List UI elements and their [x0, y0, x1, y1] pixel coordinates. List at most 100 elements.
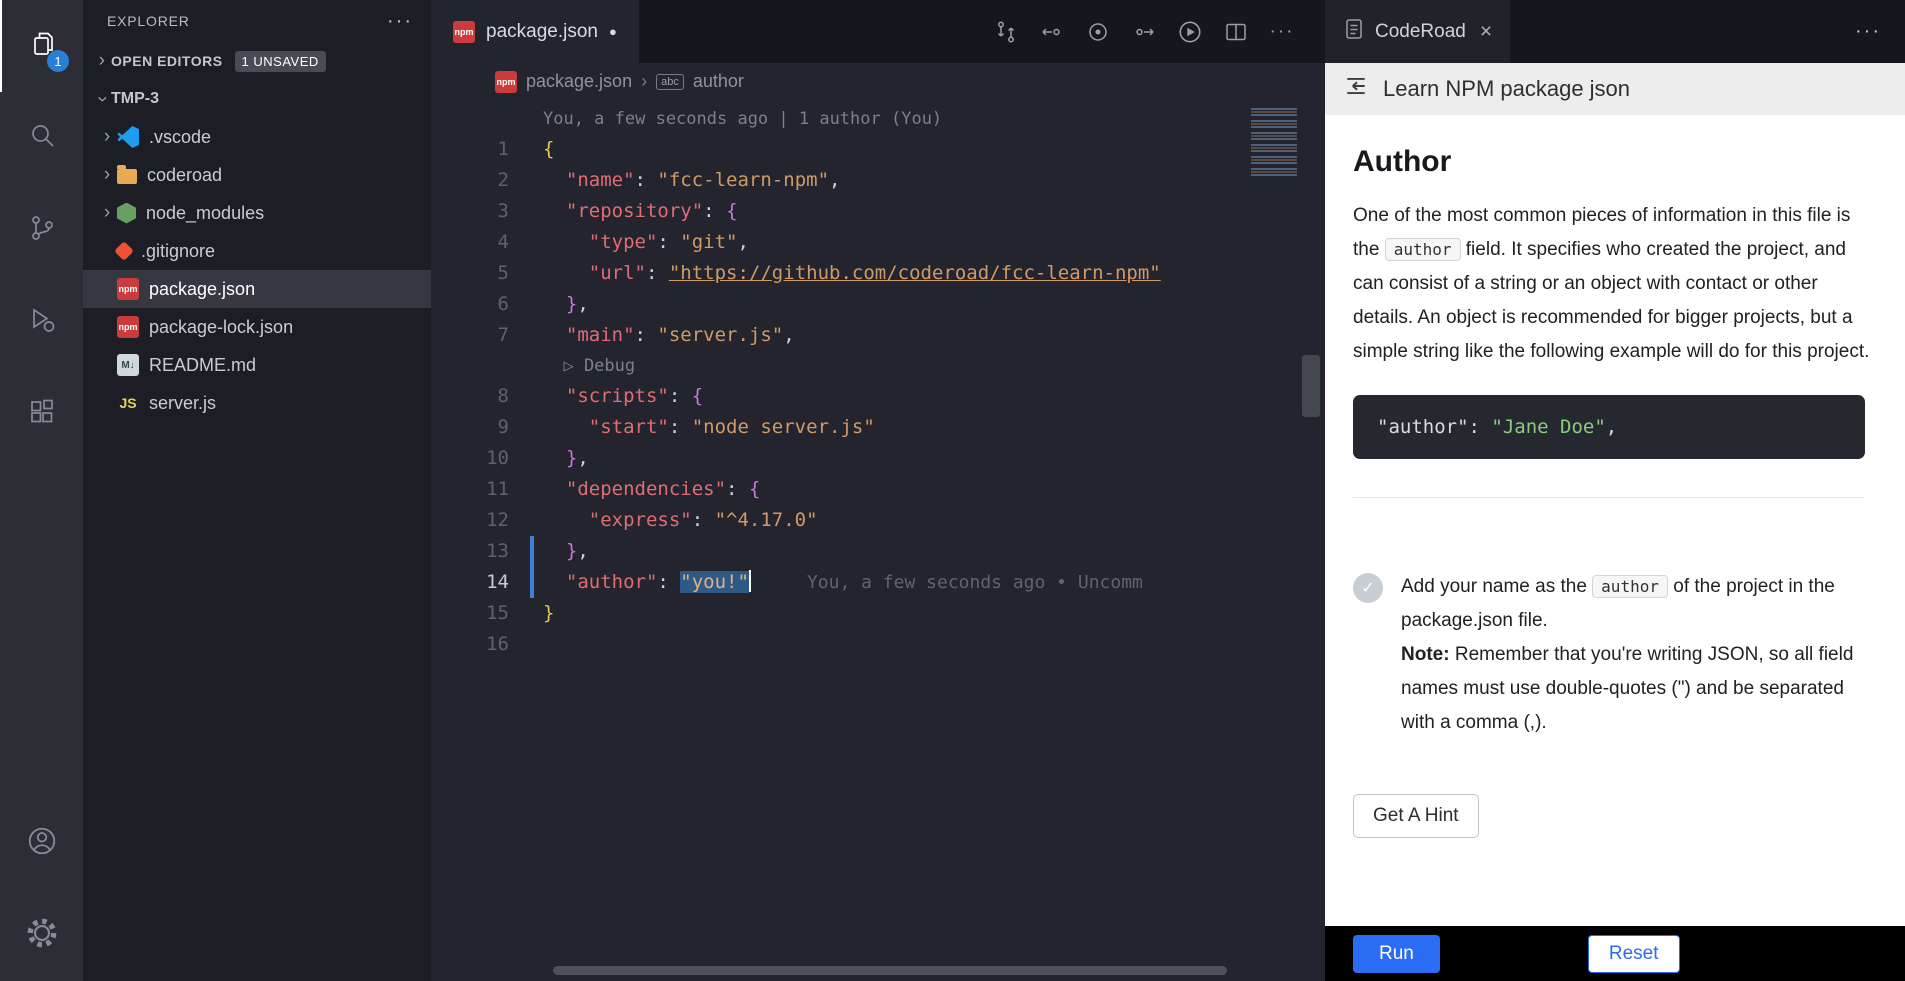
code-line-4[interactable]: 4 "type": "git", — [431, 227, 1325, 258]
file-row-package-lock.json[interactable]: npmpackage-lock.json — [83, 308, 431, 346]
open-editors-label: OPEN EDITORS — [111, 53, 223, 69]
code-editor[interactable]: You, a few seconds ago | 1 author (You)1… — [431, 100, 1325, 981]
step-forward-icon[interactable] — [1127, 15, 1161, 49]
search-icon — [27, 121, 57, 156]
line-number: 3 — [431, 196, 543, 227]
bold-text: Note: — [1401, 644, 1450, 665]
code-line-11[interactable]: 11 "dependencies": { — [431, 474, 1325, 505]
tutorial-title: Learn NPM package json — [1383, 76, 1630, 102]
file-row-server.js[interactable]: JS server.js — [83, 384, 431, 422]
minimap[interactable] — [1251, 108, 1297, 176]
code-line-6[interactable]: 6 }, — [431, 289, 1325, 320]
horizontal-scrollbar[interactable] — [553, 966, 1227, 975]
file-row-.vscode[interactable]: ›.vscode — [83, 118, 431, 156]
file-row-README.md[interactable]: M↓README.md — [83, 346, 431, 384]
search-activity-button[interactable] — [0, 92, 83, 184]
line-content: "main": "server.js", — [543, 320, 795, 351]
settings-button[interactable] — [0, 889, 83, 981]
file-row-.gitignore[interactable]: .gitignore — [83, 232, 431, 270]
open-editors-section[interactable]: › OPEN EDITORS 1 UNSAVED — [83, 42, 431, 80]
tab-package-json[interactable]: npm package.json ● — [431, 0, 639, 63]
code-line-1[interactable]: 1{ — [431, 134, 1325, 165]
code-line-7[interactable]: 7 "main": "server.js", — [431, 320, 1325, 351]
code-line-5[interactable]: 5 "url": "https://github.com/coderoad/fc… — [431, 258, 1325, 289]
gear-icon — [26, 917, 58, 954]
editor-more-actions-icon[interactable]: ··· — [1265, 15, 1299, 49]
run-tests-icon[interactable] — [1173, 15, 1207, 49]
line-content: } — [543, 598, 554, 629]
code-line-15[interactable]: 15} — [431, 598, 1325, 629]
code-lines: You, a few seconds ago | 1 author (You)1… — [431, 104, 1325, 660]
code-line-13[interactable]: 13 }, — [431, 536, 1325, 567]
file-name: coderoad — [147, 165, 222, 186]
reset-button[interactable]: Reset — [1588, 935, 1680, 973]
code-line-10[interactable]: 10 }, — [431, 443, 1325, 474]
codelens[interactable]: You, a few seconds ago | 1 author (You) — [431, 104, 1325, 134]
line-number: 9 — [431, 412, 543, 443]
activity-bar: 1 — [0, 0, 83, 981]
file-row-node_modules[interactable]: ›node_modules — [83, 194, 431, 232]
file-tree: ›.vscode›coderoad›node_modules.gitignore… — [83, 118, 431, 422]
code-token: "Jane Doe" — [1491, 416, 1605, 438]
dirty-indicator-icon: ● — [609, 24, 617, 39]
task-check-icon: ✓ — [1353, 573, 1383, 603]
line-number: 7 — [431, 320, 543, 351]
extensions-activity-button[interactable] — [0, 368, 83, 460]
code-line-2[interactable]: 2 "name": "fcc-learn-npm", — [431, 165, 1325, 196]
line-number: 13 — [431, 536, 543, 567]
line-content: }, — [543, 536, 589, 567]
code-line-12[interactable]: 12 "express": "^4.17.0" — [431, 505, 1325, 536]
tab-coderoad[interactable]: CodeRoad × — [1325, 0, 1510, 63]
divider — [1353, 497, 1865, 498]
code-line-3[interactable]: 3 "repository": { — [431, 196, 1325, 227]
line-number: 1 — [431, 134, 543, 165]
scrollbar-slider[interactable] — [1302, 355, 1320, 417]
source-control-activity-button[interactable] — [0, 184, 83, 276]
run-button[interactable]: Run — [1353, 935, 1440, 973]
code-token: "author" — [1377, 416, 1469, 438]
git-compare-icon[interactable] — [989, 15, 1023, 49]
code-line-14[interactable]: 14 "author": "you!"You, a few seconds ag… — [431, 567, 1325, 598]
npm-file-icon: npm — [495, 71, 517, 93]
npm-file-icon: npm — [117, 278, 139, 300]
text-cursor — [749, 570, 751, 592]
task-text: Add your name as the author of the proje… — [1401, 570, 1879, 740]
string-symbol-icon: abc — [656, 74, 684, 90]
file-row-coderoad[interactable]: ›coderoad — [83, 156, 431, 194]
line-number: 2 — [431, 165, 543, 196]
breadcrumb-separator-icon: › — [641, 71, 647, 92]
breadcrumb-file[interactable]: package.json — [526, 71, 632, 92]
close-icon[interactable]: × — [1480, 20, 1492, 44]
explorer-more-actions-icon[interactable]: ··· — [387, 10, 413, 33]
code-line-16[interactable]: 16 — [431, 629, 1325, 660]
breadcrumb-symbol[interactable]: author — [693, 71, 744, 92]
text-run: Add your name as the — [1401, 576, 1592, 597]
explorer-activity-button[interactable]: 1 — [0, 0, 83, 92]
inline-blame: You, a few seconds ago • Uncomm — [807, 572, 1143, 593]
line-content: "url": "https://github.com/coderoad/fcc-… — [543, 258, 1161, 289]
split-editor-icon[interactable] — [1219, 15, 1253, 49]
panel-more-actions-icon[interactable]: ··· — [1855, 20, 1905, 43]
record-icon[interactable] — [1081, 15, 1115, 49]
workspace-root-tmp-3[interactable]: › TMP-3 — [83, 80, 431, 118]
js-file-icon: JS — [117, 392, 139, 414]
step-back-icon[interactable] — [1035, 15, 1069, 49]
line-content: "author": "you!"You, a few seconds ago •… — [543, 567, 1143, 598]
chevron-right-icon: › — [93, 50, 111, 72]
codelens[interactable]: ▷ Debug — [431, 351, 1325, 381]
code-line-9[interactable]: 9 "start": "node server.js" — [431, 412, 1325, 443]
back-to-menu-icon[interactable] — [1343, 73, 1369, 105]
account-button[interactable] — [0, 797, 83, 889]
line-number: 10 — [431, 443, 543, 474]
file-row-package.json[interactable]: npmpackage.json — [83, 270, 431, 308]
line-number: 6 — [431, 289, 543, 320]
folder-file-icon — [117, 169, 137, 184]
run-debug-activity-button[interactable] — [0, 276, 83, 368]
code-line-8[interactable]: 8 "scripts": { — [431, 381, 1325, 412]
get-hint-button[interactable]: Get A Hint — [1353, 794, 1479, 838]
vscode-file-icon — [117, 126, 139, 148]
line-number: 11 — [431, 474, 543, 505]
file-name: server.js — [149, 393, 216, 414]
code-token: , — [1606, 416, 1617, 438]
line-content: }, — [543, 443, 589, 474]
